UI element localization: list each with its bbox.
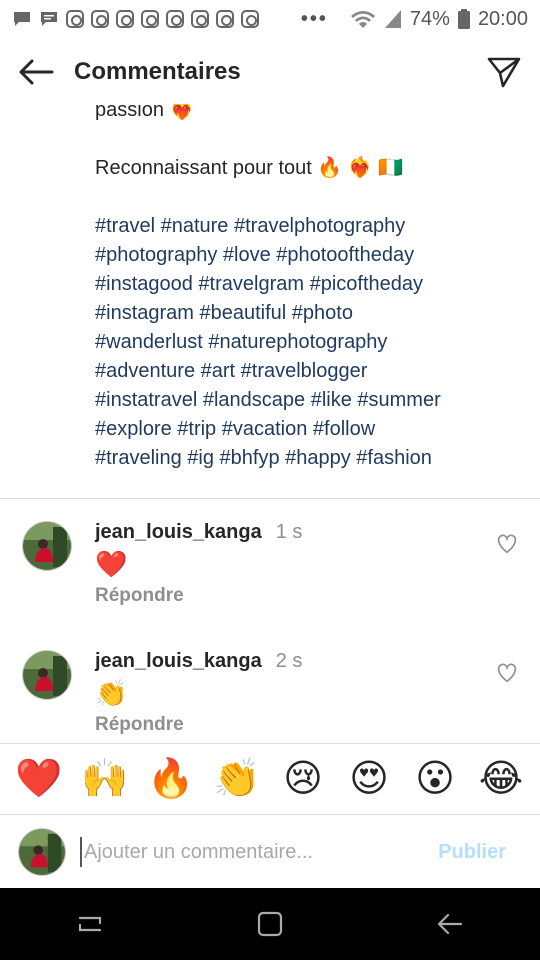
signal-icon xyxy=(384,10,401,28)
emoji-fire-button[interactable]: 🔥 xyxy=(144,760,198,798)
chat-icon xyxy=(41,12,57,26)
emoji-crying-button[interactable]: 😢 xyxy=(276,760,330,798)
battery-icon xyxy=(457,9,470,29)
hashtag-line[interactable]: #adventure #art #travelblogger xyxy=(95,357,525,386)
comment-text: 👏 xyxy=(95,678,128,708)
more-notifications-icon: ••• xyxy=(300,7,328,30)
heart-outline-icon[interactable] xyxy=(496,662,518,684)
comment-item: jean_louis_kanga 2 s 👏 Répondre xyxy=(0,634,540,744)
home-icon xyxy=(257,911,283,937)
publish-button[interactable]: Publier xyxy=(438,841,506,864)
hashtag-line[interactable]: #traveling #ig #bhfyp #happy #fashion xyxy=(95,444,525,473)
arrow-left-icon xyxy=(19,59,54,85)
emoji-heart-button[interactable]: ❤️ xyxy=(12,760,66,798)
instagram-icon xyxy=(66,10,84,28)
emoji-heart-eyes-button[interactable]: 😍 xyxy=(342,760,396,798)
comment-username[interactable]: jean_louis_kanga xyxy=(95,521,262,543)
instagram-icon xyxy=(166,10,184,28)
comment-input[interactable] xyxy=(80,837,439,867)
recent-apps-icon xyxy=(78,916,102,932)
paper-plane-icon xyxy=(487,57,521,88)
system-navigation-bar xyxy=(0,888,540,960)
hashtag-line[interactable]: #explore #trip #vacation #follow xyxy=(95,415,525,444)
hashtag-line[interactable]: #photography #love #photooftheday xyxy=(95,241,525,270)
instagram-icon xyxy=(241,10,259,28)
back-arrow-icon xyxy=(437,913,463,935)
comment-time: 1 s xyxy=(275,521,303,543)
emoji-clap-button[interactable]: 👏 xyxy=(210,760,264,798)
instagram-icon xyxy=(91,10,109,28)
notification-icons xyxy=(12,9,259,29)
avatar xyxy=(18,828,66,876)
comment-item: jean_louis_kanga 1 s ❤️ Répondre xyxy=(0,505,540,615)
chat-icon xyxy=(14,12,30,26)
home-button[interactable] xyxy=(240,894,300,954)
clock: 20:00 xyxy=(477,7,528,30)
avatar[interactable] xyxy=(22,521,72,571)
share-button[interactable] xyxy=(484,52,524,92)
comment-time: 2 s xyxy=(275,650,303,672)
post-caption: passion ❤️‍🔥 Reconnaissant pour tout 🔥 ❤… xyxy=(95,96,525,473)
comment-username[interactable]: jean_louis_kanga xyxy=(95,650,262,672)
comment-header: jean_louis_kanga 2 s xyxy=(95,650,302,673)
comment-composer: Publier xyxy=(0,816,540,888)
hashtag-block: #travel #nature #travelphotography #phot… xyxy=(95,212,525,473)
instagram-icon xyxy=(141,10,159,28)
reply-button[interactable]: Répondre xyxy=(95,585,184,607)
heart-outline-icon[interactable] xyxy=(496,533,518,555)
emoji-raised-hands-button[interactable]: 🙌 xyxy=(78,760,132,798)
app-header: Commentaires xyxy=(0,40,540,104)
instagram-icon xyxy=(116,10,134,28)
emoji-laughing-button[interactable]: 😂 xyxy=(474,760,528,798)
emoji-quick-bar: ❤️ 🙌 🔥 👏 😢 😍 😮 😂 xyxy=(0,743,540,815)
hashtag-line[interactable]: #instatravel #landscape #like #summer xyxy=(95,386,525,415)
hashtag-line[interactable]: #wanderlust #naturephotography xyxy=(95,328,525,357)
hashtag-line[interactable]: #instagram #beautiful #photo xyxy=(95,299,525,328)
back-button[interactable] xyxy=(16,52,56,92)
instagram-icon xyxy=(191,10,209,28)
system-back-button[interactable] xyxy=(420,894,480,954)
reply-button[interactable]: Répondre xyxy=(95,714,184,736)
emoji-surprised-button[interactable]: 😮 xyxy=(408,760,462,798)
divider xyxy=(0,498,540,499)
instagram-icon xyxy=(216,10,234,28)
avatar[interactable] xyxy=(22,650,72,700)
battery-percent: 74% xyxy=(409,7,450,30)
comment-text: ❤️ xyxy=(95,549,128,579)
hashtag-line[interactable]: #travel #nature #travelphotography xyxy=(95,212,525,241)
wifi-icon xyxy=(350,11,375,28)
recent-apps-button[interactable] xyxy=(60,894,120,954)
page-title: Commentaires xyxy=(74,58,241,85)
comment-header: jean_louis_kanga 1 s xyxy=(95,521,302,544)
hashtag-line[interactable]: #instagood #travelgram #picoftheday xyxy=(95,270,525,299)
status-bar: ••• 74% 20:00 xyxy=(0,0,540,38)
caption-line: Reconnaissant pour tout 🔥 ❤️‍🔥 🇨🇮 xyxy=(95,157,404,179)
